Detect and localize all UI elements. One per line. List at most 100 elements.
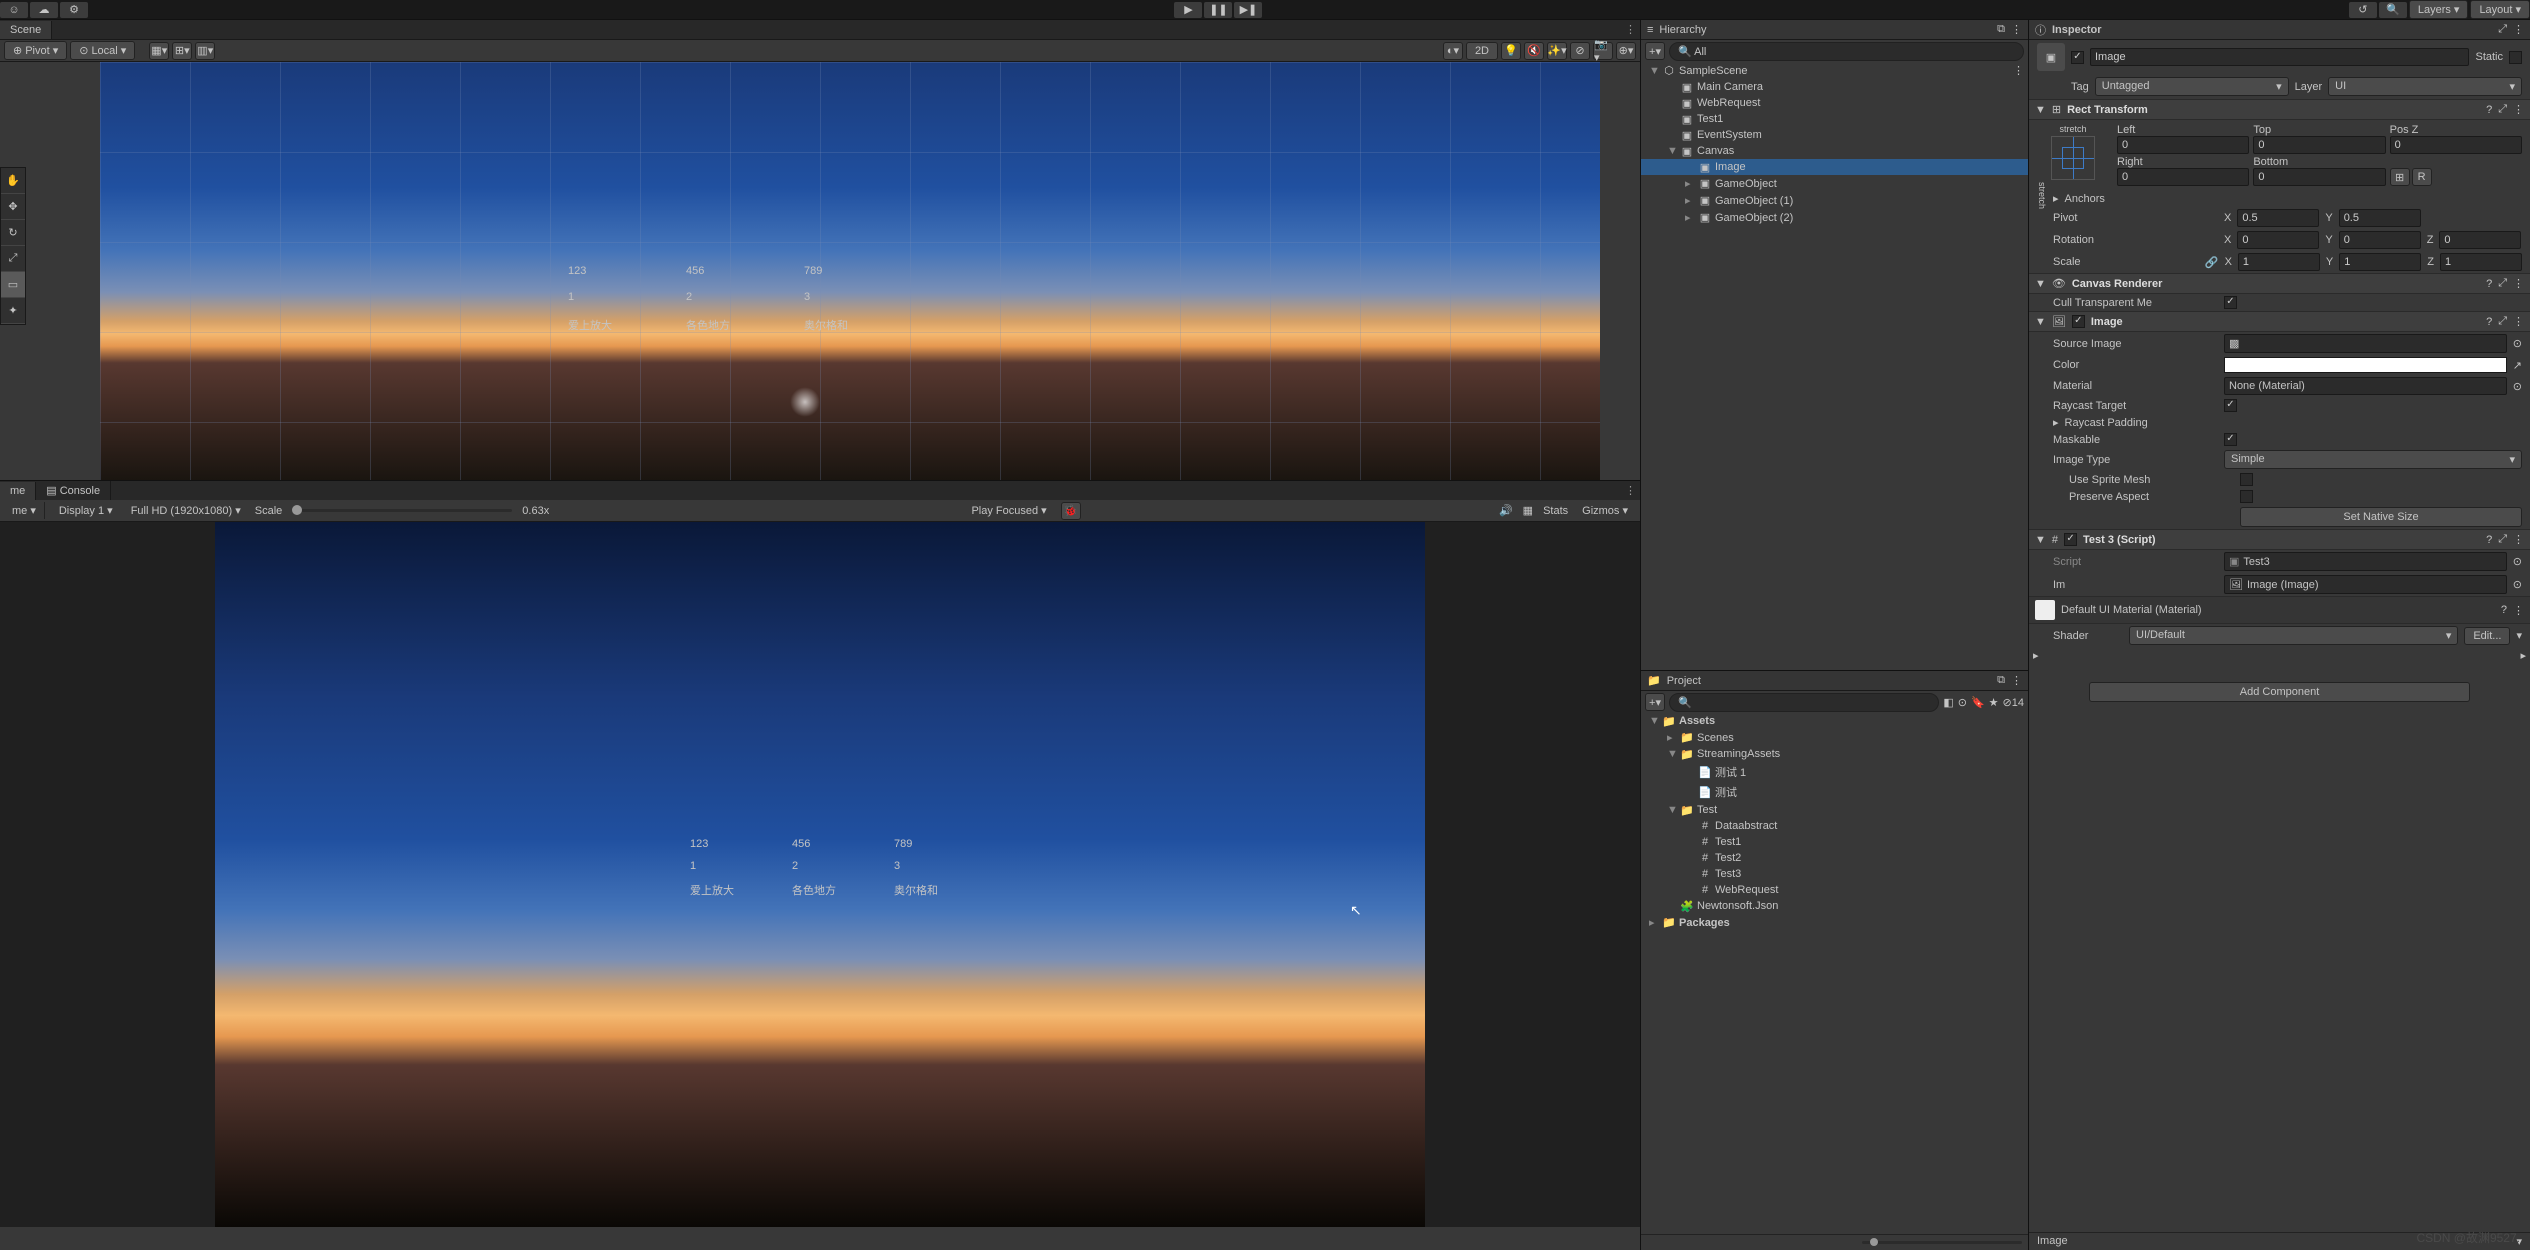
layers-dropdown[interactable]: Layers▾ [2409, 0, 2469, 19]
hierarchy-item[interactable]: ▼▣Canvas [1641, 143, 2028, 159]
hierarchy-search[interactable]: 🔍 All [1669, 42, 2024, 61]
grid-visibility-icon[interactable]: ▥▾ [195, 42, 215, 60]
cloud-icon[interactable]: ☁ [30, 2, 58, 18]
image-type-dropdown[interactable]: Simple▾ [2224, 450, 2522, 469]
project-menu-icon[interactable]: ⋮ [2011, 674, 2022, 687]
game-camera-select[interactable]: me ▾ [8, 502, 45, 519]
project-item[interactable]: #WebRequest [1641, 882, 2028, 898]
project-item[interactable]: 📄测试 1 [1641, 762, 2028, 782]
bottom-field[interactable] [2253, 168, 2385, 186]
image-component-header[interactable]: ▼🖼 Image ?⤢⋮ [2029, 311, 2530, 332]
hierarchy-menu-icon[interactable]: ⋮ [2011, 23, 2022, 36]
project-thumbnail-slider[interactable] [1862, 1241, 2022, 1244]
project-item[interactable]: #Test3 [1641, 866, 2028, 882]
hierarchy-item[interactable]: ▸▣GameObject [1641, 175, 2028, 192]
preserve-aspect-checkbox[interactable] [2240, 490, 2253, 503]
hierarchy-tree[interactable]: ▼⬡SampleScene⋮▣Main Camera▣WebRequest▣Te… [1641, 62, 2028, 670]
project-item[interactable]: #Test1 [1641, 834, 2028, 850]
project-item[interactable]: #Dataabstract [1641, 818, 2028, 834]
static-checkbox[interactable] [2509, 51, 2522, 64]
hierarchy-item[interactable]: ▣EventSystem [1641, 127, 2028, 143]
shader-dropdown[interactable]: UI/Default▾ [2129, 626, 2458, 645]
hierarchy-item[interactable]: ▸▣GameObject (1) [1641, 192, 2028, 209]
project-item[interactable]: ▼📁StreamingAssets [1641, 746, 2028, 762]
game-menu-icon[interactable]: ⋮ [1621, 484, 1640, 497]
step-button[interactable]: ▶❚ [1234, 2, 1262, 18]
scene-tab[interactable]: Scene [0, 21, 52, 39]
inspector-menu-icon[interactable]: ⋮ [2513, 23, 2524, 36]
hierarchy-item[interactable]: ▣WebRequest [1641, 95, 2028, 111]
rot-y[interactable] [2339, 231, 2421, 249]
link-icon[interactable]: 🔗 [2205, 256, 2219, 269]
hierarchy-item[interactable]: ▣Test1 [1641, 111, 2028, 127]
hierarchy-popout-icon[interactable]: ⧉ [1997, 23, 2005, 36]
project-popout-icon[interactable]: ⧉ [1997, 674, 2005, 687]
blueprint-icon[interactable]: ⊞ [2390, 168, 2410, 186]
project-item[interactable]: ▼📁Assets [1641, 713, 2028, 729]
project-item[interactable]: ▸📁Packages [1641, 914, 2028, 931]
project-item[interactable]: 📄测试 [1641, 782, 2028, 802]
project-search[interactable]: 🔍 [1669, 693, 1939, 712]
hidden-count[interactable]: ⊘14 [2003, 696, 2024, 709]
rot-z[interactable] [2439, 231, 2521, 249]
scale-tool-icon[interactable]: ⤢ [1, 246, 25, 272]
color-field[interactable] [2224, 357, 2507, 373]
project-item[interactable]: 🧩Newtonsoft.Json [1641, 898, 2028, 914]
scale-z[interactable] [2440, 253, 2522, 271]
hierarchy-add-button[interactable]: +▾ [1645, 42, 1665, 60]
pivot-x[interactable] [2237, 209, 2319, 227]
scale-slider[interactable] [292, 509, 512, 512]
anchor-preset-button[interactable] [2051, 136, 2095, 180]
hierarchy-item[interactable]: ▼⬡SampleScene⋮ [1641, 62, 2028, 79]
lighting-icon[interactable]: 💡 [1501, 42, 1521, 60]
filter-icon-3[interactable]: 🔖 [1971, 696, 1985, 709]
top-field[interactable] [2253, 136, 2385, 154]
transform-tool-icon[interactable]: ✦ [1, 298, 25, 324]
fx-icon[interactable]: ✨▾ [1547, 42, 1567, 60]
active-checkbox[interactable] [2071, 51, 2084, 64]
camera-icon[interactable]: 📷▾ [1593, 42, 1613, 60]
hierarchy-item[interactable]: ▣Image [1641, 159, 2028, 175]
game-tab[interactable]: me [0, 482, 36, 500]
resolution-select[interactable]: Full HD (1920x1080) ▾ [127, 502, 245, 519]
image-enable-checkbox[interactable] [2072, 315, 2085, 328]
mute-icon[interactable]: 🔊 [1499, 504, 1513, 517]
cull-checkbox[interactable] [2224, 296, 2237, 309]
audio-icon[interactable]: 🔇 [1524, 42, 1544, 60]
project-item[interactable]: ▼📁Test [1641, 802, 2028, 818]
local-toggle[interactable]: ⊙ Local ▾ [70, 41, 135, 60]
canvas-renderer-header[interactable]: ▼👁 Canvas Renderer ?⤢⋮ [2029, 273, 2530, 294]
set-native-size-button[interactable]: Set Native Size [2240, 507, 2522, 527]
tag-dropdown[interactable]: Untagged▾ [2095, 77, 2289, 96]
move-tool-icon[interactable]: ✥ [1, 194, 25, 220]
raycast-checkbox[interactable] [2224, 399, 2237, 412]
snap-increment-icon[interactable]: ⊞▾ [172, 42, 192, 60]
hierarchy-item[interactable]: ▣Main Camera [1641, 79, 2028, 95]
maskable-checkbox[interactable] [2224, 433, 2237, 446]
grid-snap-icon[interactable]: ▦▾ [149, 42, 169, 60]
edit-shader-button[interactable]: Edit... [2464, 627, 2510, 645]
settings-icon[interactable]: ⚙ [60, 2, 88, 18]
material-header[interactable]: Default UI Material (Material) ?⋮ [2029, 596, 2530, 624]
bug-icon[interactable]: 🐞 [1061, 502, 1081, 520]
material-field[interactable]: None (Material) [2224, 377, 2507, 395]
pause-button[interactable]: ❚❚ [1204, 2, 1232, 18]
display-select[interactable]: Display 1 ▾ [55, 502, 117, 519]
scale-x[interactable] [2238, 253, 2320, 271]
stats-toggle[interactable]: Stats [1543, 505, 1568, 517]
view-tool-icon[interactable]: ✋ [1, 168, 25, 194]
pivot-y[interactable] [2339, 209, 2421, 227]
right-field[interactable] [2117, 168, 2249, 186]
search-icon[interactable]: 🔍 [2379, 2, 2407, 18]
rot-x[interactable] [2237, 231, 2319, 249]
posz-field[interactable] [2390, 136, 2522, 154]
rect-transform-header[interactable]: ▼⊞ Rect Transform ?⤢⋮ [2029, 99, 2530, 120]
project-tree[interactable]: ▼📁Assets▸📁Scenes▼📁StreamingAssets📄测试 1📄测… [1641, 713, 2028, 1234]
filter-icon-1[interactable]: ◧ [1943, 696, 1953, 709]
project-item[interactable]: ▸📁Scenes [1641, 729, 2028, 746]
scene-view[interactable]: 123456789 123 爱上放大各色地方奥尔格和 ✋ ✥ ↻ ⤢ ▭ ✦ [0, 62, 1640, 480]
raw-edit-icon[interactable]: R [2412, 168, 2432, 186]
gizmos-toggle[interactable]: Gizmos ▾ [1578, 502, 1632, 519]
pivot-toggle[interactable]: ⊕ Pivot ▾ [4, 41, 67, 60]
project-item[interactable]: #Test2 [1641, 850, 2028, 866]
